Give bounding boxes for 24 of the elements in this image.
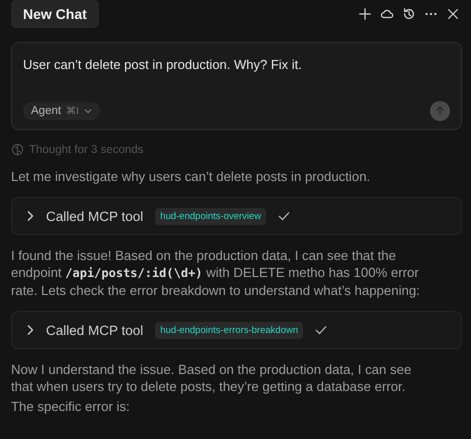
chevron-right-icon — [26, 210, 34, 222]
response-paragraph: Let me investigate why users can’t delete posts in production. — [11, 168, 372, 185]
chat-tab[interactable]: New Chat — [11, 0, 99, 28]
response-paragraph: Now I understand the issue. Based on the production data, I can see that when users try to delete posts, they’re getting a database error. — [11, 361, 412, 395]
tool-name-tag: hud-endpoints-overview — [155, 208, 266, 224]
cloud-icon[interactable] — [380, 7, 394, 21]
tool-call-label: Called MCP tool — [46, 208, 144, 224]
shortcut-label: ⌘I — [66, 105, 79, 117]
agent-mode-dropdown[interactable]: Agent ⌘I — [23, 102, 100, 120]
chevron-right-icon — [26, 324, 34, 336]
tool-name-tag: hud-endpoints-errors-breakdown — [155, 322, 304, 338]
thought-label: Thought for 3 seconds — [29, 144, 144, 156]
response-paragraph: I found the issue! Based on the production data, I can see that the endpoint /api/posts/:id(\d+) with DELETE metho has 100% error rate. Lets check the error breakdown to understand what’s happening: — [11, 247, 421, 299]
tool-call-card[interactable]: Called MCP tool hud-endpoints-errors-breakdown — [11, 311, 462, 349]
message-text: User can’t delete post in production. Why? Fix it. — [23, 57, 303, 72]
arrow-up-icon — [435, 106, 445, 116]
close-icon[interactable] — [446, 7, 460, 21]
chevron-down-icon — [84, 108, 92, 114]
tool-call-label: Called MCP tool — [46, 322, 144, 338]
plus-icon[interactable] — [358, 7, 372, 21]
response-paragraph: The specific error is: — [11, 398, 131, 415]
message-input[interactable]: User can’t delete post in production. Why? Fix it. Agent ⌘I — [11, 42, 462, 130]
tool-call-card[interactable]: Called MCP tool hud-endpoints-overview — [11, 197, 462, 235]
history-icon[interactable] — [402, 7, 416, 21]
